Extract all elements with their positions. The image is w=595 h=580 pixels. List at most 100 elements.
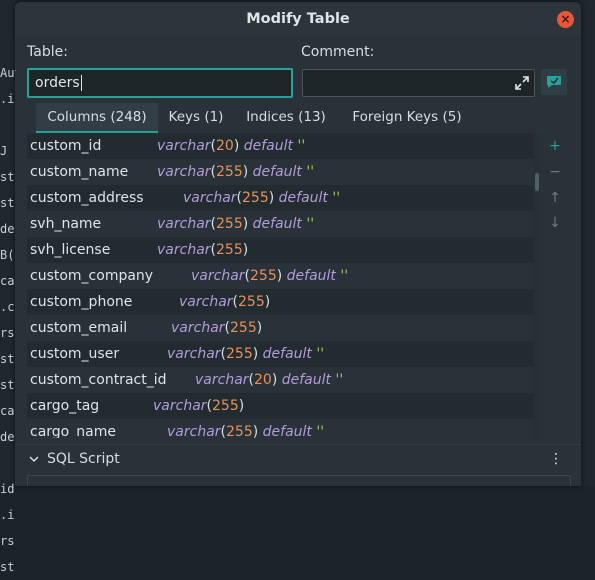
more-vertical-icon[interactable]: ⋮ [549, 451, 563, 467]
column-default-keyword: default [243, 138, 294, 154]
plus-icon[interactable]: + [547, 138, 563, 154]
column-row[interactable]: custom_contract_id varchar(20) default '' [27, 367, 533, 393]
close-icon[interactable]: × [557, 11, 574, 28]
background-code-fragment: .i [0, 508, 15, 522]
tab-columns[interactable]: Columns (248) [36, 103, 158, 133]
column-type: varchar(255) [153, 393, 244, 419]
column-type: varchar(255) default '' [167, 419, 324, 438]
column-name: cargo_tag [30, 398, 100, 414]
column-type-keyword: varchar [179, 294, 233, 310]
column-default-value: '' [297, 138, 306, 154]
column-default-value: '' [332, 190, 341, 206]
paren: ) [276, 268, 283, 284]
paren: ) [252, 346, 259, 362]
column-row[interactable]: custom_user varchar(255) default '' [27, 341, 533, 367]
tab-foreign-keys[interactable]: Foreign Keys (5) [341, 103, 473, 131]
paren: ) [242, 216, 249, 232]
column-name: custom_company [30, 268, 154, 284]
dialog-titlebar[interactable]: Modify Table × [15, 2, 581, 36]
column-type-size: 255 [212, 398, 239, 414]
background-code-fragment: st [0, 196, 15, 210]
background-code-fragment: ca [0, 404, 15, 418]
column-type-size: 255 [216, 164, 243, 180]
column-row[interactable]: cargo_name varchar(255) default '' [27, 419, 533, 438]
text-caret [80, 75, 82, 91]
modify-table-dialog: Modify Table × Table: Comment: orders Co… [15, 2, 581, 486]
column-type-size: 255 [230, 320, 257, 336]
column-type: varchar(255) [171, 315, 262, 341]
paren: ) [268, 190, 275, 206]
column-type: varchar(20) default '' [195, 367, 343, 393]
column-name: svh_license [30, 242, 111, 258]
column-default-value: '' [316, 346, 325, 362]
column-row[interactable]: svh_license varchar(255) [27, 237, 533, 263]
column-default-keyword: default [252, 216, 302, 232]
column-name: custom_id [30, 138, 102, 154]
column-name: custom_address [30, 190, 144, 206]
column-row[interactable]: custom_id varchar(20) default '' [27, 133, 533, 159]
background-code-fragment [0, 112, 16, 138]
column-name: custom_contract_id [30, 372, 167, 388]
comment-button[interactable] [541, 69, 567, 95]
column-type-size: 20 [216, 138, 234, 154]
expand-icon[interactable] [515, 76, 529, 90]
arrow-down-icon[interactable]: ↓ [547, 215, 563, 231]
column-row[interactable]: custom_name varchar(255) default '' [27, 159, 533, 185]
table-name-input[interactable]: orders [27, 68, 293, 98]
table-name-value: orders [35, 75, 80, 91]
column-type-keyword: varchar [167, 424, 221, 438]
sql-script-editor[interactable] [27, 475, 571, 486]
tab-keys[interactable]: Keys (1) [163, 103, 229, 131]
column-default-value: '' [306, 164, 315, 180]
background-code-fragment: Aut [0, 66, 16, 80]
background-code-fragment: st [0, 560, 15, 574]
background-code-fragment: de [0, 430, 15, 444]
column-name: custom_name [30, 164, 129, 180]
background-code-fragment: de [0, 222, 15, 236]
column-row[interactable]: svh_name varchar(255) default '' [27, 211, 533, 237]
chevron-down-icon[interactable] [28, 453, 40, 465]
paren: ) [271, 372, 278, 388]
background-editor-right [579, 0, 595, 486]
column-type: varchar(255) [179, 289, 270, 315]
minus-icon[interactable]: − [547, 164, 563, 180]
paren: ) [242, 242, 249, 258]
comment-label: Comment: [301, 44, 375, 60]
background-code-fragment: B( [0, 248, 15, 262]
column-type-keyword: varchar [157, 138, 211, 154]
background-code-fragment: rs [0, 534, 15, 548]
columns-list[interactable]: custom_id varchar(20) default '' custom_na… [27, 133, 533, 438]
column-row[interactable]: custom_company varchar(255) default '' [27, 263, 533, 289]
column-default-keyword: default [281, 372, 332, 388]
sql-script-section: SQL Script ⋮ [15, 444, 581, 486]
column-name: svh_name [30, 216, 102, 232]
column-type-keyword: varchar [191, 268, 245, 284]
column-type: varchar(255) default '' [157, 159, 314, 185]
background-code-fragment: J [0, 144, 8, 158]
column-default-value: '' [335, 372, 344, 388]
column-default-value: '' [316, 424, 325, 438]
column-default-value: '' [340, 268, 349, 284]
column-row[interactable]: cargo_tag varchar(255) [27, 393, 533, 419]
sql-script-label[interactable]: SQL Script [47, 448, 120, 470]
column-type-size: 255 [216, 216, 243, 232]
background-code-fragment: st [0, 378, 15, 392]
column-type: varchar(255) [157, 237, 248, 263]
column-row[interactable]: custom_phone varchar(255) [27, 289, 533, 315]
column-type-keyword: varchar [167, 346, 221, 362]
column-type-keyword: varchar [157, 164, 211, 180]
comment-input[interactable] [302, 69, 535, 97]
column-default-keyword: default [252, 164, 302, 180]
background-code-fragment: rs [0, 326, 15, 340]
column-row[interactable]: custom_address varchar(255) default '' [27, 185, 533, 211]
scrollbar-thumb[interactable] [535, 173, 539, 191]
column-row[interactable]: custom_email varchar(255) [27, 315, 533, 341]
columns-scrollbar[interactable] [533, 133, 541, 438]
tab-indices[interactable]: Indices (13) [238, 103, 334, 131]
column-type-keyword: varchar [153, 398, 207, 414]
paren: ) [233, 138, 240, 154]
paren: ) [252, 424, 259, 438]
column-name: custom_user [30, 346, 120, 362]
column-default-keyword: default [262, 346, 312, 362]
arrow-up-icon[interactable]: ↑ [547, 190, 563, 206]
